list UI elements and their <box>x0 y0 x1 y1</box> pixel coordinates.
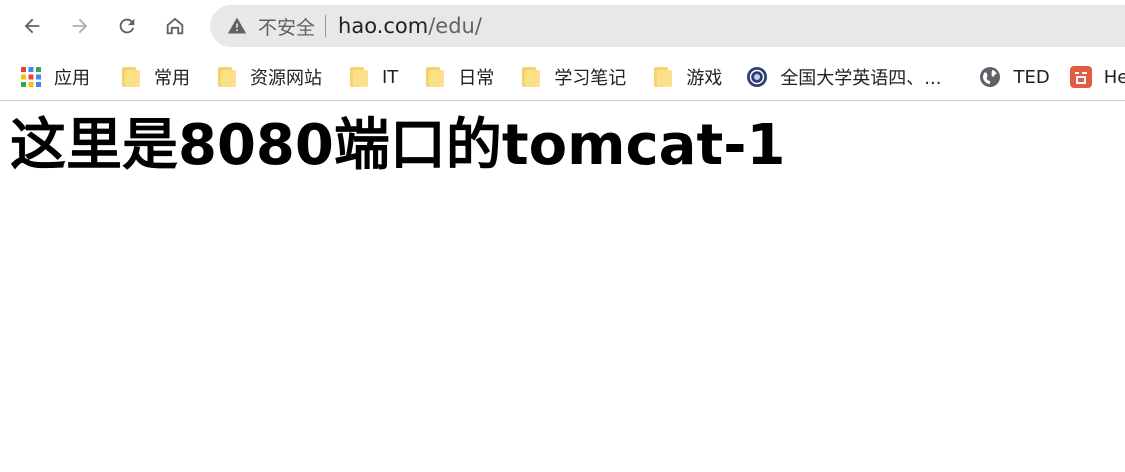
bookmark-cet[interactable]: 全国大学英语四、... <box>736 61 951 93</box>
security-status-label[interactable]: 不安全 <box>258 13 315 40</box>
bookmarks-bar: 应用 常用 资源网站 IT 日常 学习笔记 游戏 全国大学英语四、... TED <box>0 54 1125 100</box>
url-text[interactable]: hao.com/edu/ <box>338 14 482 38</box>
apps-grid-icon <box>20 66 42 88</box>
bookmark-apps[interactable]: 应用 <box>10 61 100 93</box>
bookmark-label: 应用 <box>54 68 90 89</box>
folder-icon <box>520 66 542 88</box>
folder-icon <box>424 66 446 88</box>
bookmark-folder-common[interactable]: 常用 <box>110 61 200 93</box>
forward-button[interactable] <box>63 9 97 43</box>
reload-icon <box>119 18 135 34</box>
bookmark-jianshu[interactable]: He <box>1060 61 1125 93</box>
home-icon <box>166 17 184 35</box>
toolbar-divider <box>0 100 1125 101</box>
bookmark-label: 常用 <box>154 68 190 89</box>
page-heading: 这里是8080端口的tomcat-1 <box>10 113 786 178</box>
url-path: /edu/ <box>428 14 482 38</box>
jianshu-icon <box>1069 66 1092 88</box>
folder-icon <box>652 66 674 88</box>
bookmark-label: 游戏 <box>686 68 723 89</box>
globe-icon <box>979 66 1001 88</box>
reload-button[interactable] <box>110 9 144 43</box>
folder-icon <box>348 66 370 88</box>
bookmark-label: 资源网站 <box>250 68 322 89</box>
bookmark-folder-games[interactable]: 游戏 <box>642 61 732 93</box>
address-bar[interactable]: 不安全 hao.com/edu/ <box>210 5 1125 47</box>
bookmark-folder-daily[interactable]: 日常 <box>414 61 504 93</box>
bookmark-folder-resources[interactable]: 资源网站 <box>206 61 332 93</box>
bookmark-label: 全国大学英语四、... <box>780 68 942 89</box>
arrow-left-icon <box>24 18 40 34</box>
omnibox-separator <box>325 15 327 37</box>
url-host: hao.com <box>338 14 429 38</box>
bookmark-folder-it[interactable]: IT <box>338 61 408 93</box>
cet-logo-icon <box>746 66 768 88</box>
bookmark-label: IT <box>382 66 399 88</box>
bookmark-label: TED <box>1013 66 1050 88</box>
browser-toolbar: 不安全 hao.com/edu/ <box>0 0 1125 54</box>
bookmark-folder-notes[interactable]: 学习笔记 <box>510 61 636 93</box>
folder-icon <box>120 66 142 88</box>
arrow-right-icon <box>72 18 88 34</box>
warning-triangle-icon[interactable] <box>226 15 248 37</box>
back-button[interactable] <box>15 9 49 43</box>
bookmark-ted[interactable]: TED <box>969 61 1059 93</box>
home-button[interactable] <box>158 9 192 43</box>
folder-icon <box>216 66 238 88</box>
bookmark-label: 日常 <box>458 68 495 89</box>
bookmark-label: He <box>1103 66 1125 88</box>
bookmark-label: 学习笔记 <box>554 68 627 89</box>
